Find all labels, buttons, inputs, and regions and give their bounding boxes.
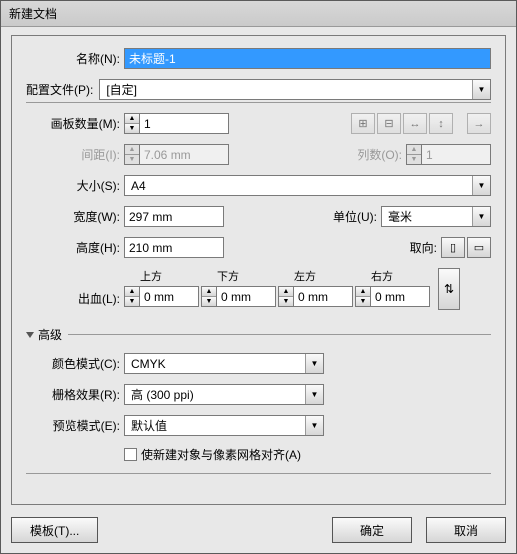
columns-spin: ▲▼ (406, 144, 491, 165)
titlebar[interactable]: 新建文档 (1, 1, 516, 27)
raster-value: 高 (300 ppi) (125, 385, 305, 404)
chevron-down-icon[interactable]: ▼ (472, 80, 490, 99)
height-input[interactable] (124, 237, 224, 258)
dialog-title: 新建文档 (9, 7, 57, 21)
advanced-caret-icon[interactable] (26, 332, 34, 338)
colormode-value: CMYK (125, 354, 305, 373)
profile-label: 配置文件(P): (26, 81, 93, 98)
bleed-right-label: 右方 (355, 268, 430, 284)
dialog-footer: 模板(T)... 确定 取消 (1, 511, 516, 553)
cancel-button[interactable]: 取消 (426, 517, 506, 543)
bleed-top-label: 上方 (124, 268, 199, 284)
template-button[interactable]: 模板(T)... (11, 517, 98, 543)
bleed-right-spin[interactable]: ▲▼ (355, 286, 430, 307)
units-label: 单位(U): (333, 208, 381, 225)
bleed-bottom-label: 下方 (201, 268, 276, 284)
link-icon: ⇅ (444, 282, 454, 296)
size-value: A4 (125, 176, 472, 195)
bleed-bottom-spin[interactable]: ▲▼ (201, 286, 276, 307)
size-label: 大小(S): (26, 177, 124, 194)
bleed-bottom-input[interactable] (216, 286, 276, 307)
preview-value: 默认值 (125, 416, 305, 435)
new-document-dialog: 新建文档 名称(N): 配置文件(P): [自定] ▼ 画板数量(M): ▲▼ (0, 0, 517, 554)
spin-up-icon[interactable]: ▲ (125, 114, 139, 124)
arrange-row-rtl-icon: ↔ (403, 113, 427, 134)
dialog-body: 名称(N): 配置文件(P): [自定] ▼ 画板数量(M): ▲▼ ⊞ ⊟ ↔ (11, 35, 506, 505)
preview-label: 预览模式(E): (26, 417, 124, 434)
colormode-select[interactable]: CMYK ▼ (124, 353, 324, 374)
chevron-down-icon[interactable]: ▼ (472, 207, 490, 226)
columns-label: 列数(O): (357, 146, 406, 163)
columns-input (421, 144, 491, 165)
colormode-label: 颜色模式(C): (26, 355, 124, 372)
chevron-down-icon[interactable]: ▼ (305, 416, 323, 435)
orientation-label: 取向: (410, 239, 441, 256)
height-label: 高度(H): (26, 239, 124, 256)
spacing-input (139, 144, 229, 165)
chevron-down-icon[interactable]: ▼ (305, 385, 323, 404)
orientation-portrait-icon[interactable]: ▯ (441, 237, 465, 258)
spin-down-icon[interactable]: ▼ (125, 124, 139, 133)
profile-value: [自定] (100, 80, 472, 99)
bleed-group: 上方 ▲▼ 下方 ▲▼ 左方 ▲▼ 右方 ▲▼ ⇅ (124, 268, 460, 310)
arrange-col-icon: ↕ (429, 113, 453, 134)
arrange-grid-col-icon: ⊟ (377, 113, 401, 134)
chevron-down-icon[interactable]: ▼ (472, 176, 490, 195)
bleed-left-spin[interactable]: ▲▼ (278, 286, 353, 307)
width-input[interactable] (124, 206, 224, 227)
preview-select[interactable]: 默认值 ▼ (124, 415, 324, 436)
name-input[interactable] (124, 48, 491, 69)
artboards-spin[interactable]: ▲▼ (124, 113, 229, 134)
spacing-label: 间距(I): (26, 146, 124, 163)
artboard-arrange-group: ⊞ ⊟ ↔ ↕ → (351, 113, 491, 134)
width-label: 宽度(W): (26, 208, 124, 225)
artboards-label: 画板数量(M): (26, 115, 124, 132)
spacing-spin: ▲▼ (124, 144, 229, 165)
align-pixel-label: 使新建对象与像素网格对齐(A) (141, 446, 301, 463)
arrange-direction-icon: → (467, 113, 491, 134)
bleed-top-input[interactable] (139, 286, 199, 307)
raster-label: 栅格效果(R): (26, 386, 124, 403)
ok-button[interactable]: 确定 (332, 517, 412, 543)
advanced-label: 高级 (38, 326, 62, 343)
arrange-grid-row-icon: ⊞ (351, 113, 375, 134)
units-select[interactable]: 毫米 ▼ (381, 206, 491, 227)
profile-select[interactable]: [自定] ▼ (99, 79, 491, 100)
chevron-down-icon[interactable]: ▼ (305, 354, 323, 373)
bleed-left-input[interactable] (293, 286, 353, 307)
orientation-landscape-icon[interactable]: ▭ (467, 237, 491, 258)
align-pixel-checkbox[interactable] (124, 448, 137, 461)
bleed-link-button[interactable]: ⇅ (438, 268, 460, 310)
name-label: 名称(N): (26, 50, 124, 67)
bleed-right-input[interactable] (370, 286, 430, 307)
bleed-left-label: 左方 (278, 268, 353, 284)
bleed-top-spin[interactable]: ▲▼ (124, 286, 199, 307)
raster-select[interactable]: 高 (300 ppi) ▼ (124, 384, 324, 405)
bleed-label: 出血(L): (26, 290, 124, 310)
size-select[interactable]: A4 ▼ (124, 175, 491, 196)
units-value: 毫米 (382, 207, 472, 226)
artboards-input[interactable] (139, 113, 229, 134)
